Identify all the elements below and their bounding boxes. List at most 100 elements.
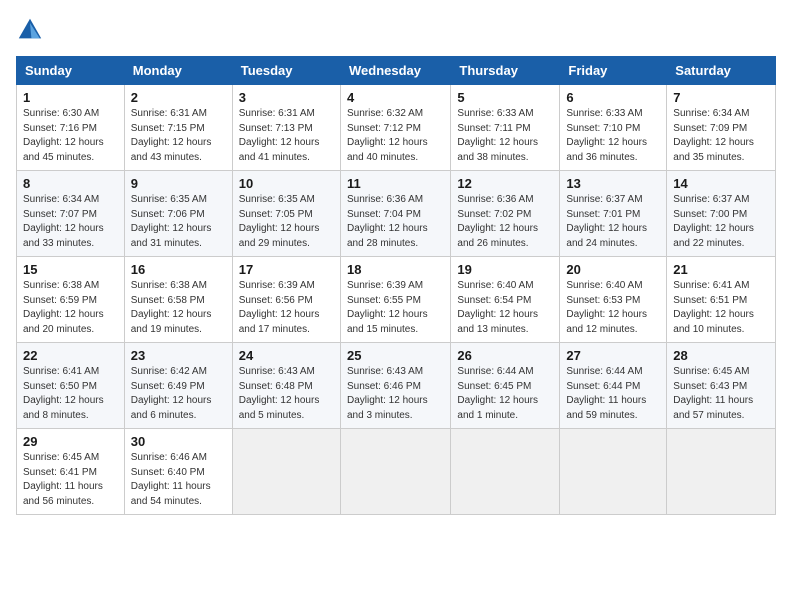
day-number: 30: [131, 434, 226, 449]
day-info: Sunrise: 6:39 AMSunset: 6:55 PMDaylight:…: [347, 279, 444, 337]
day-info: Sunrise: 6:40 AMSunset: 6:53 PMDaylight:…: [566, 279, 660, 337]
calendar-cell: 17 Sunrise: 6:39 AMSunset: 6:56 PMDaylig…: [232, 257, 340, 343]
weekday-header-monday: Monday: [124, 57, 232, 85]
day-info: Sunrise: 6:38 AMSunset: 6:59 PMDaylight:…: [23, 279, 118, 337]
day-number: 22: [23, 348, 118, 363]
day-number: 16: [131, 262, 226, 277]
calendar-cell: 29 Sunrise: 6:45 AMSunset: 6:41 PMDaylig…: [17, 429, 125, 515]
day-info: Sunrise: 6:33 AMSunset: 7:11 PMDaylight:…: [457, 107, 553, 165]
calendar-cell: 11 Sunrise: 6:36 AMSunset: 7:04 PMDaylig…: [340, 171, 450, 257]
calendar-cell: 9 Sunrise: 6:35 AMSunset: 7:06 PMDayligh…: [124, 171, 232, 257]
calendar-cell: 10 Sunrise: 6:35 AMSunset: 7:05 PMDaylig…: [232, 171, 340, 257]
day-number: 26: [457, 348, 553, 363]
day-number: 17: [239, 262, 334, 277]
calendar-cell: 6 Sunrise: 6:33 AMSunset: 7:10 PMDayligh…: [560, 85, 667, 171]
day-number: 28: [673, 348, 769, 363]
day-info: Sunrise: 6:39 AMSunset: 6:56 PMDaylight:…: [239, 279, 334, 337]
day-info: Sunrise: 6:44 AMSunset: 6:44 PMDaylight:…: [566, 365, 660, 423]
day-info: Sunrise: 6:36 AMSunset: 7:02 PMDaylight:…: [457, 193, 553, 251]
day-info: Sunrise: 6:31 AMSunset: 7:13 PMDaylight:…: [239, 107, 334, 165]
calendar-week-3: 15 Sunrise: 6:38 AMSunset: 6:59 PMDaylig…: [17, 257, 776, 343]
day-number: 6: [566, 90, 660, 105]
day-number: 5: [457, 90, 553, 105]
weekday-header-tuesday: Tuesday: [232, 57, 340, 85]
calendar-cell: [340, 429, 450, 515]
calendar-header-row: SundayMondayTuesdayWednesdayThursdayFrid…: [17, 57, 776, 85]
day-info: Sunrise: 6:35 AMSunset: 7:05 PMDaylight:…: [239, 193, 334, 251]
day-info: Sunrise: 6:38 AMSunset: 6:58 PMDaylight:…: [131, 279, 226, 337]
day-number: 21: [673, 262, 769, 277]
calendar-cell: 18 Sunrise: 6:39 AMSunset: 6:55 PMDaylig…: [340, 257, 450, 343]
day-info: Sunrise: 6:46 AMSunset: 6:40 PMDaylight:…: [131, 451, 226, 509]
calendar-cell: [451, 429, 560, 515]
day-number: 19: [457, 262, 553, 277]
day-number: 23: [131, 348, 226, 363]
calendar-cell: 19 Sunrise: 6:40 AMSunset: 6:54 PMDaylig…: [451, 257, 560, 343]
day-info: Sunrise: 6:36 AMSunset: 7:04 PMDaylight:…: [347, 193, 444, 251]
calendar-week-2: 8 Sunrise: 6:34 AMSunset: 7:07 PMDayligh…: [17, 171, 776, 257]
day-number: 8: [23, 176, 118, 191]
page-header: [16, 16, 776, 44]
day-info: Sunrise: 6:34 AMSunset: 7:09 PMDaylight:…: [673, 107, 769, 165]
weekday-header-wednesday: Wednesday: [340, 57, 450, 85]
day-number: 7: [673, 90, 769, 105]
weekday-header-friday: Friday: [560, 57, 667, 85]
day-info: Sunrise: 6:33 AMSunset: 7:10 PMDaylight:…: [566, 107, 660, 165]
calendar-week-5: 29 Sunrise: 6:45 AMSunset: 6:41 PMDaylig…: [17, 429, 776, 515]
day-number: 13: [566, 176, 660, 191]
day-info: Sunrise: 6:42 AMSunset: 6:49 PMDaylight:…: [131, 365, 226, 423]
calendar-cell: 20 Sunrise: 6:40 AMSunset: 6:53 PMDaylig…: [560, 257, 667, 343]
calendar-cell: 28 Sunrise: 6:45 AMSunset: 6:43 PMDaylig…: [667, 343, 776, 429]
day-info: Sunrise: 6:45 AMSunset: 6:41 PMDaylight:…: [23, 451, 118, 509]
calendar-cell: 25 Sunrise: 6:43 AMSunset: 6:46 PMDaylig…: [340, 343, 450, 429]
day-number: 24: [239, 348, 334, 363]
calendar-cell: 21 Sunrise: 6:41 AMSunset: 6:51 PMDaylig…: [667, 257, 776, 343]
day-number: 29: [23, 434, 118, 449]
calendar-cell: 4 Sunrise: 6:32 AMSunset: 7:12 PMDayligh…: [340, 85, 450, 171]
logo-icon: [16, 16, 44, 44]
calendar-cell: 24 Sunrise: 6:43 AMSunset: 6:48 PMDaylig…: [232, 343, 340, 429]
day-info: Sunrise: 6:37 AMSunset: 7:01 PMDaylight:…: [566, 193, 660, 251]
day-number: 10: [239, 176, 334, 191]
day-number: 14: [673, 176, 769, 191]
day-number: 18: [347, 262, 444, 277]
day-info: Sunrise: 6:40 AMSunset: 6:54 PMDaylight:…: [457, 279, 553, 337]
day-info: Sunrise: 6:43 AMSunset: 6:48 PMDaylight:…: [239, 365, 334, 423]
calendar-cell: 30 Sunrise: 6:46 AMSunset: 6:40 PMDaylig…: [124, 429, 232, 515]
day-number: 25: [347, 348, 444, 363]
day-number: 15: [23, 262, 118, 277]
calendar-cell: 5 Sunrise: 6:33 AMSunset: 7:11 PMDayligh…: [451, 85, 560, 171]
calendar-cell: 22 Sunrise: 6:41 AMSunset: 6:50 PMDaylig…: [17, 343, 125, 429]
day-number: 2: [131, 90, 226, 105]
day-number: 20: [566, 262, 660, 277]
calendar-cell: 7 Sunrise: 6:34 AMSunset: 7:09 PMDayligh…: [667, 85, 776, 171]
day-info: Sunrise: 6:41 AMSunset: 6:50 PMDaylight:…: [23, 365, 118, 423]
calendar-week-4: 22 Sunrise: 6:41 AMSunset: 6:50 PMDaylig…: [17, 343, 776, 429]
day-info: Sunrise: 6:41 AMSunset: 6:51 PMDaylight:…: [673, 279, 769, 337]
calendar-cell: [232, 429, 340, 515]
day-info: Sunrise: 6:35 AMSunset: 7:06 PMDaylight:…: [131, 193, 226, 251]
day-info: Sunrise: 6:45 AMSunset: 6:43 PMDaylight:…: [673, 365, 769, 423]
day-number: 27: [566, 348, 660, 363]
calendar-cell: 26 Sunrise: 6:44 AMSunset: 6:45 PMDaylig…: [451, 343, 560, 429]
day-info: Sunrise: 6:30 AMSunset: 7:16 PMDaylight:…: [23, 107, 118, 165]
calendar-cell: 23 Sunrise: 6:42 AMSunset: 6:49 PMDaylig…: [124, 343, 232, 429]
day-info: Sunrise: 6:32 AMSunset: 7:12 PMDaylight:…: [347, 107, 444, 165]
day-number: 3: [239, 90, 334, 105]
day-number: 1: [23, 90, 118, 105]
weekday-header-thursday: Thursday: [451, 57, 560, 85]
day-info: Sunrise: 6:37 AMSunset: 7:00 PMDaylight:…: [673, 193, 769, 251]
weekday-header-saturday: Saturday: [667, 57, 776, 85]
calendar-body: 1 Sunrise: 6:30 AMSunset: 7:16 PMDayligh…: [17, 85, 776, 515]
calendar-cell: 15 Sunrise: 6:38 AMSunset: 6:59 PMDaylig…: [17, 257, 125, 343]
calendar-week-1: 1 Sunrise: 6:30 AMSunset: 7:16 PMDayligh…: [17, 85, 776, 171]
calendar-cell: 27 Sunrise: 6:44 AMSunset: 6:44 PMDaylig…: [560, 343, 667, 429]
calendar-cell: 2 Sunrise: 6:31 AMSunset: 7:15 PMDayligh…: [124, 85, 232, 171]
calendar-cell: 13 Sunrise: 6:37 AMSunset: 7:01 PMDaylig…: [560, 171, 667, 257]
day-number: 9: [131, 176, 226, 191]
day-info: Sunrise: 6:31 AMSunset: 7:15 PMDaylight:…: [131, 107, 226, 165]
calendar-cell: 12 Sunrise: 6:36 AMSunset: 7:02 PMDaylig…: [451, 171, 560, 257]
day-number: 4: [347, 90, 444, 105]
day-number: 11: [347, 176, 444, 191]
calendar-cell: [667, 429, 776, 515]
